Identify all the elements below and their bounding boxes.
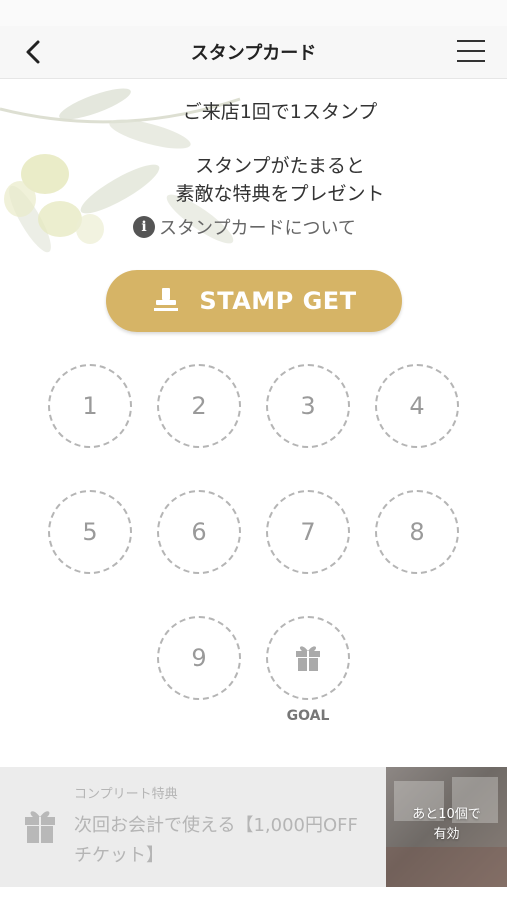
complete-reward-subtitle: コンプリート特典 [74,787,178,802]
stamp-get-label: STAMP GET [199,287,357,315]
hamburger-menu-icon[interactable] [457,40,485,64]
reward-thumbnail: あと10個で 有効 [386,767,507,887]
stamp-slot-8: 8 [375,490,459,574]
about-stamp-card-link[interactable]: i スタンプカードについて [133,214,356,240]
stamp-slot-2: 2 [157,364,241,448]
stamp-slot-4: 4 [375,364,459,448]
stamp-slot-3: 3 [266,364,350,448]
stamp-slot-7: 7 [266,490,350,574]
remaining-count-text: あと10個で [412,807,481,822]
gift-icon [296,646,320,671]
stamp-rule-text: ご来店1回で1スタンプ [182,101,378,123]
stamp-icon [154,288,179,311]
reward-gift-icon [25,811,55,843]
complete-reward-description: 次回お会計で使える【1,000円OFFチケット】 [74,815,358,866]
info-icon: i [133,216,155,238]
page-title: スタンプカード [190,43,317,64]
reward-text-line1: スタンプがたまると [195,155,365,177]
goal-label: GOAL [286,708,330,724]
stamp-get-button[interactable]: STAMP GET [106,270,402,332]
goal-slot [266,616,350,700]
stamp-slot-5: 5 [48,490,132,574]
app-header: スタンプカード [0,26,507,79]
about-link-label: スタンプカードについて [159,218,356,239]
stamp-slot-9: 9 [157,616,241,700]
complete-reward-banner[interactable]: コンプリート特典 次回お会計で使える【1,000円OFFチケット】 あと10個で… [0,767,507,887]
stamp-slot-6: 6 [157,490,241,574]
remaining-valid-text: 有効 [433,827,460,842]
status-bar [0,0,507,26]
reward-text-line2: 素敵な特典をプレゼント [175,183,385,205]
stamp-slot-1: 1 [48,364,132,448]
